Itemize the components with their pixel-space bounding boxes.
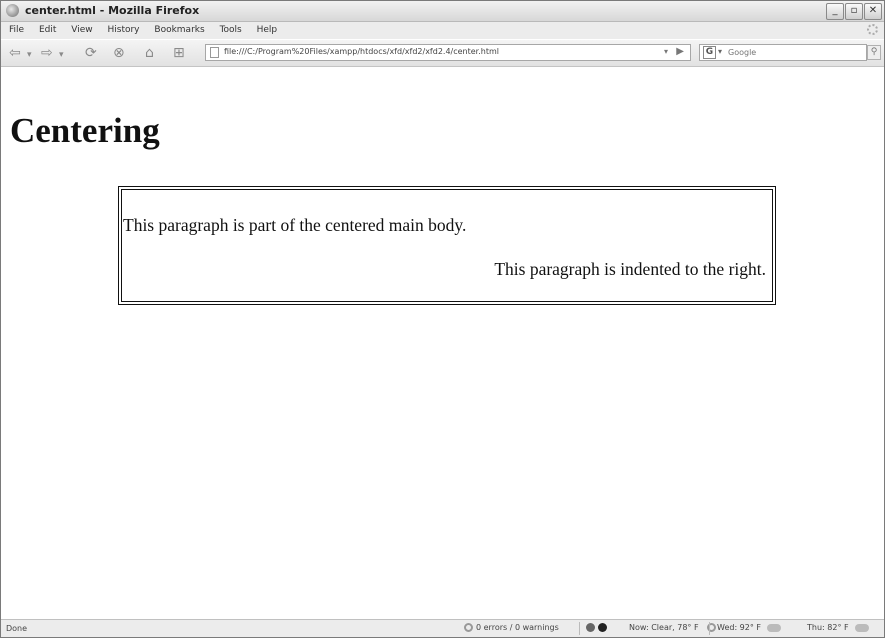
addon-status[interactable] [586,623,610,632]
url-text: file:///C:/Program%20Files/xampp/htdocs/… [224,47,500,56]
url-dropdown-icon[interactable]: ▾ [664,47,668,56]
window-controls: _ ▫ ✕ [826,3,882,20]
weather-thursday[interactable]: Thu: 82° F [807,623,869,632]
search-engine-dropdown-icon[interactable]: ▾ [718,47,722,56]
status-divider [709,622,710,635]
status-bar: Done 0 errors / 0 warnings Now: Clear, 7… [1,619,884,637]
search-icon[interactable]: ⚲ [867,45,881,60]
search-box: G ▾ [699,44,867,61]
menu-edit[interactable]: Edit [39,22,56,39]
error-console-status[interactable]: 0 errors / 0 warnings [464,623,559,632]
weather-wednesday[interactable]: Wed: 92° F [717,623,782,632]
reload-icon[interactable]: ⟳ [85,44,97,62]
browser-window: center.html - Mozilla Firefox _ ▫ ✕ File… [0,0,885,638]
navigation-toolbar: ⇦ ▾ ⇨ ▾ ⟳ ⊗ ⌂ ⊞ file:///C:/Program%20Fil… [1,40,884,67]
menu-bookmarks[interactable]: Bookmarks [154,22,204,39]
menu-view[interactable]: View [71,22,92,39]
globe-icon [598,623,607,632]
search-engine-icon[interactable]: G [703,46,716,59]
forward-arrow-icon[interactable]: ⇨ [41,44,53,62]
menu-help[interactable]: Help [257,22,278,39]
menu-file[interactable]: File [9,22,24,39]
weather-wed-text: Wed: 92° F [717,623,762,632]
right-indented-paragraph: This paragraph is indented to the right. [494,259,766,279]
page-heading: Centering [10,111,160,150]
page-content: Centering This paragraph is part of the … [1,67,884,620]
console-icon [464,623,473,632]
centered-main-body: This paragraph is part of the centered m… [118,186,776,305]
cloud-icon [767,623,782,632]
back-history-dropdown-icon[interactable]: ▾ [27,46,32,64]
new-tab-icon[interactable]: ⊞ [173,44,185,62]
weather-now-icon [706,623,716,632]
menu-history[interactable]: History [107,22,139,39]
firefox-icon [6,4,19,17]
main-body-paragraph: This paragraph is part of the centered m… [123,215,467,235]
maximize-button[interactable]: ▫ [845,3,863,20]
addon-icon [586,623,595,632]
weather-now-text: Now: Clear, 78° F [629,623,699,632]
status-divider [579,622,580,635]
errors-warnings-text: 0 errors / 0 warnings [476,623,559,632]
weather-now[interactable]: Now: Clear, 78° F [629,623,719,632]
title-bar: center.html - Mozilla Firefox _ ▫ ✕ [1,1,884,22]
window-title: center.html - Mozilla Firefox [25,4,200,17]
menu-tools[interactable]: Tools [220,22,242,39]
weather-thu-text: Thu: 82° F [807,623,849,632]
search-input[interactable] [728,46,858,59]
throbber-icon [867,24,878,35]
stop-icon[interactable]: ⊗ [113,44,125,62]
status-text: Done [6,624,28,633]
address-bar[interactable]: file:///C:/Program%20Files/xampp/htdocs/… [205,44,691,61]
forward-history-dropdown-icon[interactable]: ▾ [59,46,64,64]
home-icon[interactable]: ⌂ [145,44,154,62]
menu-bar: File Edit View History Bookmarks Tools H… [1,22,884,39]
minimize-button[interactable]: _ [826,3,844,20]
page-icon [210,47,219,58]
close-button[interactable]: ✕ [864,3,882,20]
back-arrow-icon[interactable]: ⇦ [9,44,21,62]
cloud-icon [854,623,869,632]
go-arrow-icon[interactable]: ▶ [676,46,684,57]
